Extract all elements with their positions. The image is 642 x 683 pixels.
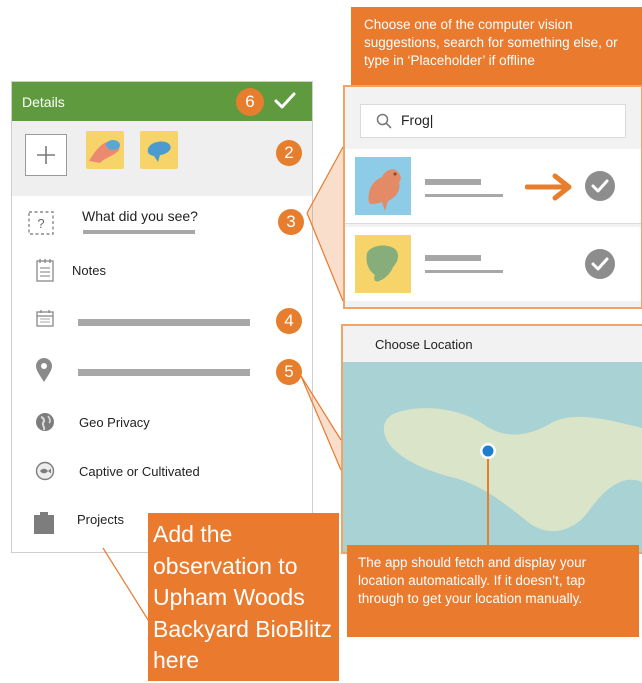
callout-connectors [102,146,344,624]
